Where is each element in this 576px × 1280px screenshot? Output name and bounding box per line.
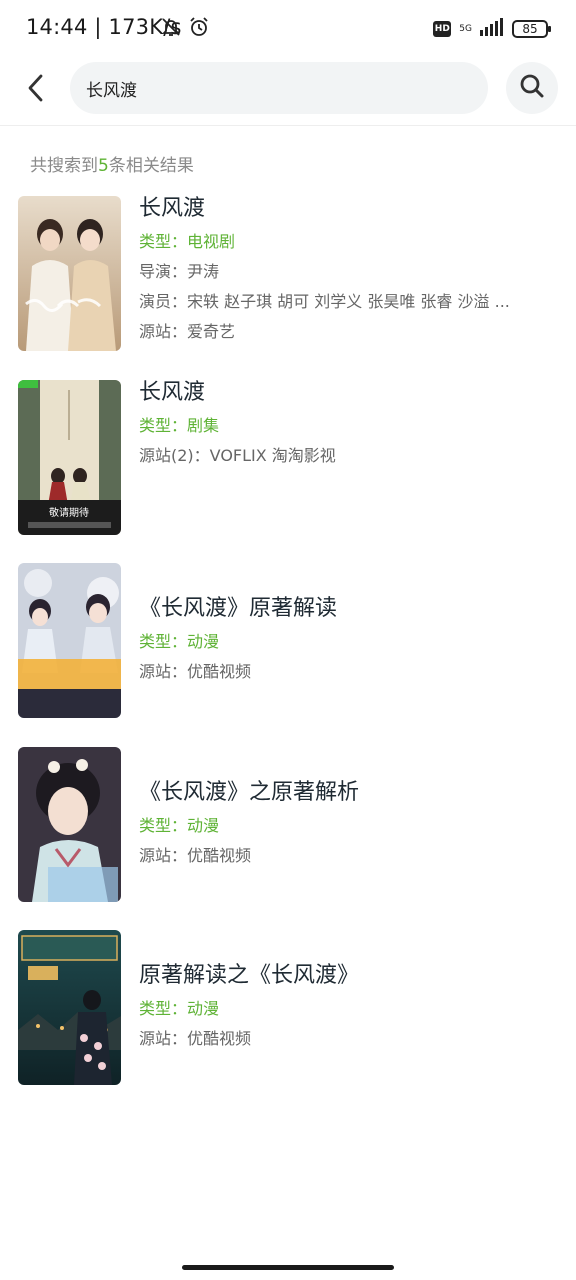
search-input[interactable] [70,62,488,114]
result-type: 类型：动漫 [139,632,220,651]
status-bar: 14:44 | 173K/s HD 5G 85 [0,0,576,58]
result-source: 源站(2)：VOFLIX 淘淘影视 [139,445,336,465]
result-title: 长风渡 [139,196,206,221]
result-count: 共搜索到5条相关结果 [30,156,194,176]
result-cast: 演员：宋轶 赵子琪 胡可 刘学义 张昊唯 张睿 沙溢 ... [139,292,510,311]
result-type: 类型：动漫 [139,999,220,1018]
status-time: 14:44 | 173K/s [26,15,182,39]
result-source: 源站：优酷视频 [139,662,252,681]
result-source: 源站：优酷视频 [139,1029,252,1048]
result-title: 原著解读之《长风渡》 [139,963,360,988]
alarm-icon [188,16,210,42]
back-button[interactable] [14,68,58,112]
search-icon [519,73,545,103]
result-source: 源站：爱奇艺 [139,322,236,341]
network-type: 5G [459,23,472,34]
result-type: 类型：剧集 [139,415,220,435]
hd-badge-icon: HD [433,21,452,37]
result-title: 《长风渡》之原著解析 [139,779,360,805]
poster-image[interactable] [18,930,121,1085]
search-header [0,58,576,126]
battery-icon: 85 [512,20,551,38]
poster-image[interactable] [18,196,121,351]
chevron-left-icon [25,74,47,106]
result-item[interactable]: 原著解读之《长风渡》 类型：动漫 源站：优酷视频 [0,930,576,1114]
result-source: 源站：优酷视频 [139,845,252,865]
result-item[interactable]: 《长风渡》之原著解析 类型：动漫 源站：优酷视频 [0,746,576,931]
result-count-number: 5 [98,156,109,176]
poster-image[interactable]: 敬请期待 [18,379,121,535]
result-list: 长风渡 类型：电视剧 导演：尹涛 演员：宋轶 赵子琪 胡可 刘学义 张昊唯 张睿… [0,196,576,1114]
home-indicator[interactable] [182,1265,394,1270]
result-type: 类型：电视剧 [139,232,236,251]
bell-muted-icon [160,16,182,42]
result-title: 长风渡 [139,379,206,405]
poster-caption: 敬请期待 [49,506,89,519]
result-item[interactable]: 敬请期待 长风渡 类型：剧集 源站(2)：VOFLIX 淘淘影视 [0,379,576,564]
result-item[interactable]: 长风渡 类型：电视剧 导演：尹涛 演员：宋轶 赵子琪 胡可 刘学义 张昊唯 张睿… [0,196,576,380]
result-title: 《长风渡》原著解读 [139,596,338,621]
result-type: 类型：动漫 [139,815,220,835]
signal-icon [480,18,504,40]
result-director: 导演：尹涛 [139,262,220,281]
result-item[interactable]: 《长风渡》原著解读 类型：动漫 源站：优酷视频 [0,563,576,747]
search-button[interactable] [506,62,558,114]
poster-image[interactable] [18,563,121,718]
poster-image[interactable] [18,746,121,902]
